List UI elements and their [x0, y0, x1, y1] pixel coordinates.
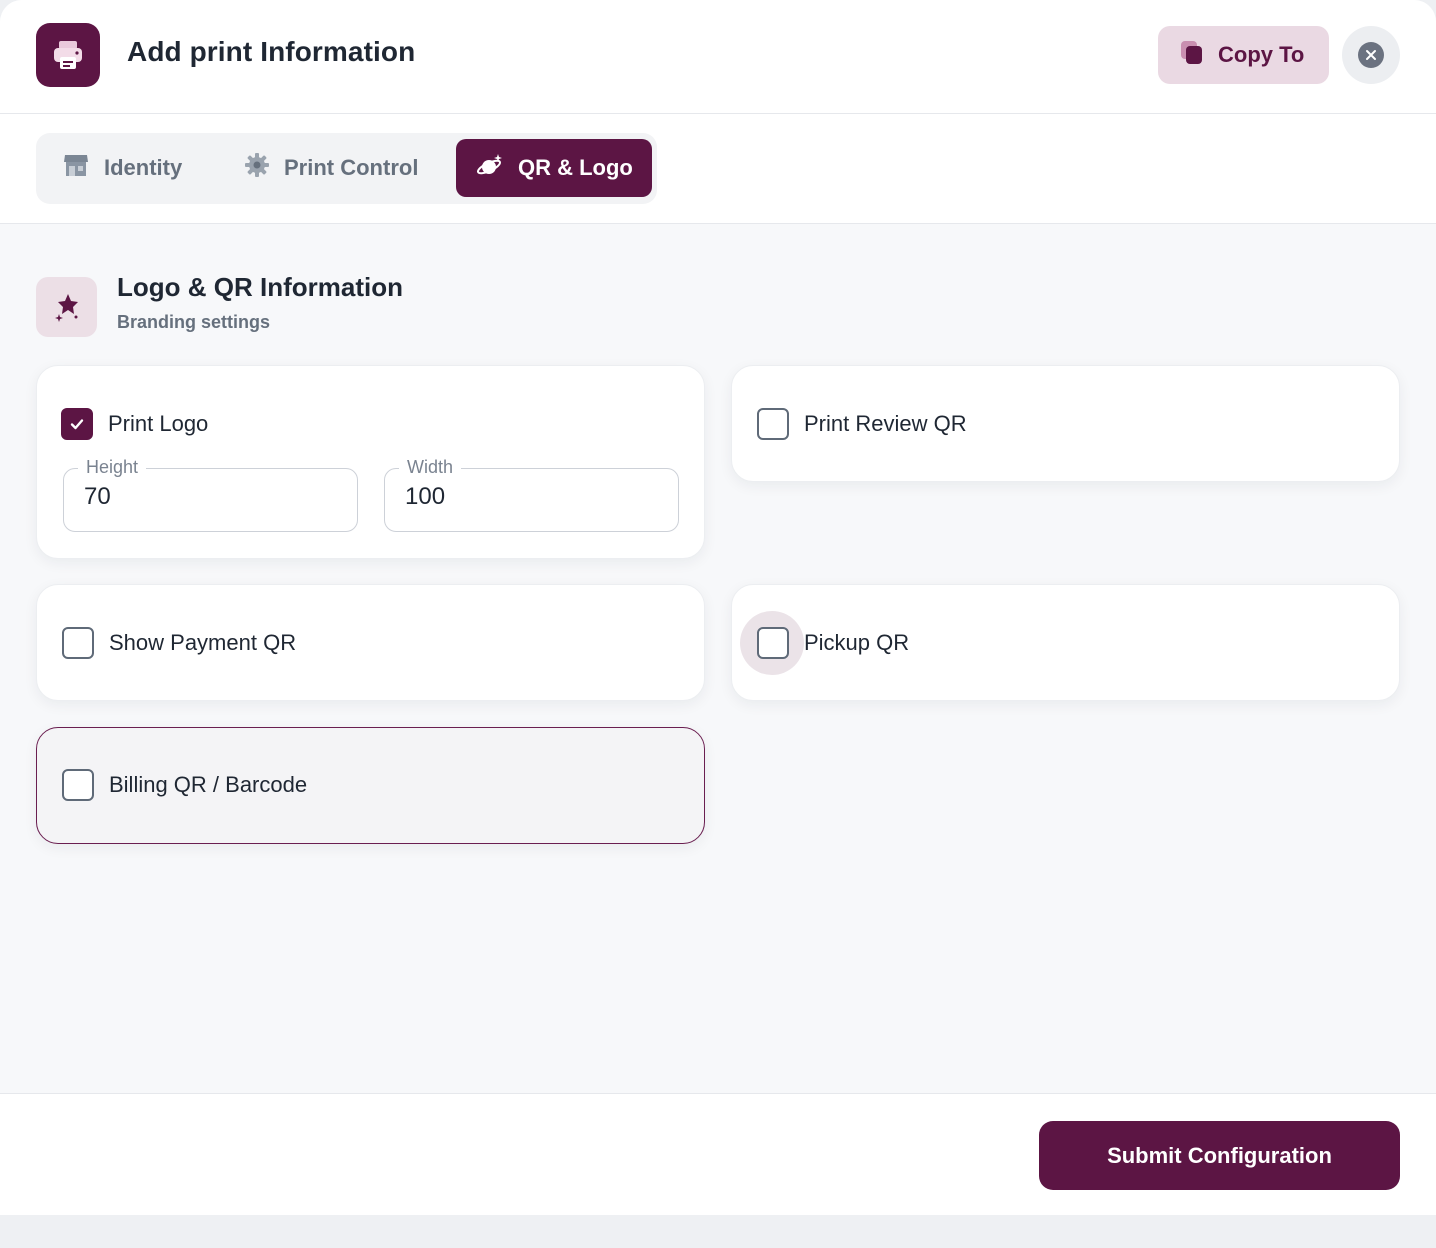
close-button[interactable]: [1342, 26, 1400, 84]
print-logo-option[interactable]: Print Logo: [61, 408, 208, 440]
print-review-qr-option[interactable]: Print Review QR: [757, 408, 967, 440]
tab-identity[interactable]: Identity: [62, 139, 182, 197]
print-review-qr-card: Print Review QR: [731, 365, 1400, 482]
tab-identity-label: Identity: [104, 155, 183, 180]
copy-to-label: Copy To: [1218, 42, 1305, 67]
show-payment-qr-option[interactable]: Show Payment QR: [62, 627, 296, 659]
print-logo-card: Print Logo Height Width: [36, 365, 705, 559]
planet-icon: [476, 151, 504, 185]
print-logo-checkbox[interactable]: [61, 408, 93, 440]
modal-header: Add print Information Copy To: [0, 0, 1436, 114]
tab-print-control-label: Print Control: [284, 155, 419, 180]
printer-icon: [36, 23, 100, 87]
copy-icon: [1180, 40, 1204, 71]
copy-to-button[interactable]: Copy To: [1158, 26, 1329, 84]
height-label: Height: [78, 457, 147, 478]
tab-qr-logo-label: QR & Logo: [518, 155, 633, 180]
print-logo-label: Print Logo: [108, 411, 209, 436]
modal-title: Add print Information: [127, 36, 416, 67]
height-field: Height: [63, 457, 358, 532]
billing-qr-label: Billing QR / Barcode: [109, 772, 308, 797]
close-icon: [1358, 42, 1384, 68]
tab-bar: Identity Print Control QR & Logo: [0, 114, 1436, 224]
billing-qr-checkbox[interactable]: [62, 769, 94, 801]
section-title: Logo & QR Information: [117, 272, 403, 302]
billing-qr-option[interactable]: Billing QR / Barcode: [62, 769, 307, 801]
show-payment-qr-checkbox[interactable]: [62, 627, 94, 659]
sparkle-star-icon: [36, 277, 97, 337]
width-label: Width: [399, 457, 462, 478]
pickup-qr-option[interactable]: Pickup QR: [757, 627, 909, 659]
show-payment-qr-label: Show Payment QR: [109, 630, 297, 655]
print-info-modal: Add print Information Copy To Identity P…: [0, 0, 1436, 1215]
width-field: Width: [384, 457, 679, 532]
pickup-qr-card: Pickup QR: [731, 584, 1400, 701]
store-icon: [62, 151, 90, 185]
checkmark-icon: [70, 419, 84, 430]
section-subtitle: Branding settings: [117, 312, 271, 332]
print-review-qr-label: Print Review QR: [804, 411, 967, 436]
submit-configuration-button[interactable]: Submit Configuration: [1039, 1121, 1400, 1190]
tabs-container: Identity Print Control QR & Logo: [36, 133, 657, 204]
height-input[interactable]: [84, 483, 324, 511]
tab-qr-logo[interactable]: QR & Logo: [456, 139, 652, 197]
gear-icon: [244, 152, 270, 184]
tab-print-control[interactable]: Print Control: [244, 139, 418, 197]
pickup-qr-checkbox[interactable]: [757, 627, 789, 659]
show-payment-qr-card: Show Payment QR: [36, 584, 705, 701]
print-review-qr-checkbox[interactable]: [757, 408, 789, 440]
billing-qr-card: Billing QR / Barcode: [36, 727, 705, 844]
modal-footer: Submit Configuration: [0, 1093, 1436, 1215]
width-input[interactable]: [405, 483, 645, 511]
pickup-qr-label: Pickup QR: [804, 630, 910, 655]
